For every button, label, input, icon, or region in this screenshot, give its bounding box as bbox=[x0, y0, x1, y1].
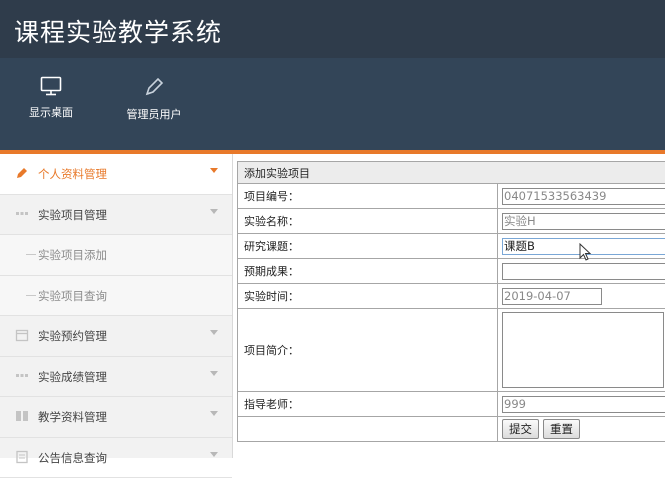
sidebar-item-label: 实验项目添加 bbox=[38, 247, 107, 263]
document-icon bbox=[15, 450, 29, 464]
chevron-down-icon bbox=[210, 371, 218, 376]
sidebar-item-reservations[interactable]: 实验预约管理 bbox=[0, 316, 232, 357]
sidebar-item-label: 实验预约管理 bbox=[38, 328, 107, 344]
project-intro-textarea[interactable] bbox=[502, 312, 664, 388]
pencil-icon bbox=[15, 166, 29, 180]
show-desktop-label: 显示桌面 bbox=[29, 106, 73, 119]
experiment-date-label: 实验时间： bbox=[238, 284, 498, 309]
chevron-down-icon bbox=[210, 330, 218, 335]
admin-user-button[interactable]: 管理员用户 bbox=[118, 76, 190, 122]
sidebar-item-label: 实验项目管理 bbox=[38, 207, 107, 223]
tree-connector bbox=[26, 254, 36, 255]
chevron-down-icon bbox=[210, 452, 218, 457]
reset-button[interactable]: 重置 bbox=[543, 419, 580, 439]
sidebar-item-materials[interactable]: 教学资料管理 bbox=[0, 397, 232, 438]
sidebar: 个人资料管理 实验项目管理 实验项目添加 实验项目查询 实验预约管理 实验成绩管… bbox=[0, 154, 233, 458]
expected-outcome-label: 预期成果： bbox=[238, 259, 498, 284]
mouse-cursor-icon bbox=[579, 243, 593, 263]
project-intro-label: 项目简介： bbox=[238, 309, 498, 392]
sidebar-item-projects[interactable]: 实验项目管理 bbox=[0, 195, 232, 236]
sidebar-item-label: 个人资料管理 bbox=[38, 166, 107, 182]
research-topic-label: 研究课题： bbox=[238, 234, 498, 259]
calendar-icon bbox=[15, 328, 29, 342]
experiment-date-field[interactable]: 2019-04-07 bbox=[502, 288, 602, 305]
grid-icon bbox=[15, 369, 29, 383]
sidebar-item-label: 教学资料管理 bbox=[38, 409, 107, 425]
app-title: 课程实验教学系统 bbox=[14, 13, 222, 49]
sidebar-item-label: 实验成绩管理 bbox=[38, 369, 107, 385]
project-no-label: 项目编号： bbox=[238, 184, 498, 209]
sidebar-item-profile[interactable]: 个人资料管理 bbox=[0, 154, 232, 195]
project-name-field[interactable]: 实验H bbox=[502, 213, 665, 230]
sidebar-item-grades[interactable]: 实验成绩管理 bbox=[0, 357, 232, 398]
pencil-icon bbox=[143, 76, 165, 98]
sidebar-subitem-query-project[interactable]: 实验项目查询 bbox=[0, 276, 232, 317]
sidebar-item-label: 实验项目查询 bbox=[38, 288, 107, 304]
add-project-form: 添加实验项目 项目编号： 04071533563439 实验名称： 实验H 研究… bbox=[237, 161, 665, 442]
toolbar: 显示桌面 管理员用户 bbox=[0, 58, 665, 152]
chevron-down-icon bbox=[210, 209, 218, 214]
form-title: 添加实验项目 bbox=[238, 162, 665, 184]
grid-icon bbox=[15, 207, 29, 221]
app-header: 课程实验教学系统 bbox=[0, 0, 665, 58]
expected-outcome-field[interactable] bbox=[502, 263, 665, 280]
book-icon bbox=[15, 409, 29, 423]
teacher-label: 指导老师： bbox=[238, 392, 498, 417]
tree-connector bbox=[26, 295, 36, 296]
project-name-label: 实验名称： bbox=[238, 209, 498, 234]
chevron-down-icon bbox=[210, 411, 218, 416]
submit-button[interactable]: 提交 bbox=[502, 419, 539, 439]
sidebar-subitem-add-project[interactable]: 实验项目添加 bbox=[0, 235, 232, 276]
actions-spacer-cell bbox=[238, 417, 498, 442]
monitor-icon bbox=[40, 76, 62, 96]
project-no-field[interactable]: 04071533563439 bbox=[502, 188, 665, 205]
teacher-field[interactable]: 999 bbox=[502, 396, 665, 413]
chevron-down-icon bbox=[210, 168, 218, 173]
admin-user-label: 管理员用户 bbox=[127, 108, 182, 121]
show-desktop-button[interactable]: 显示桌面 bbox=[15, 76, 87, 120]
